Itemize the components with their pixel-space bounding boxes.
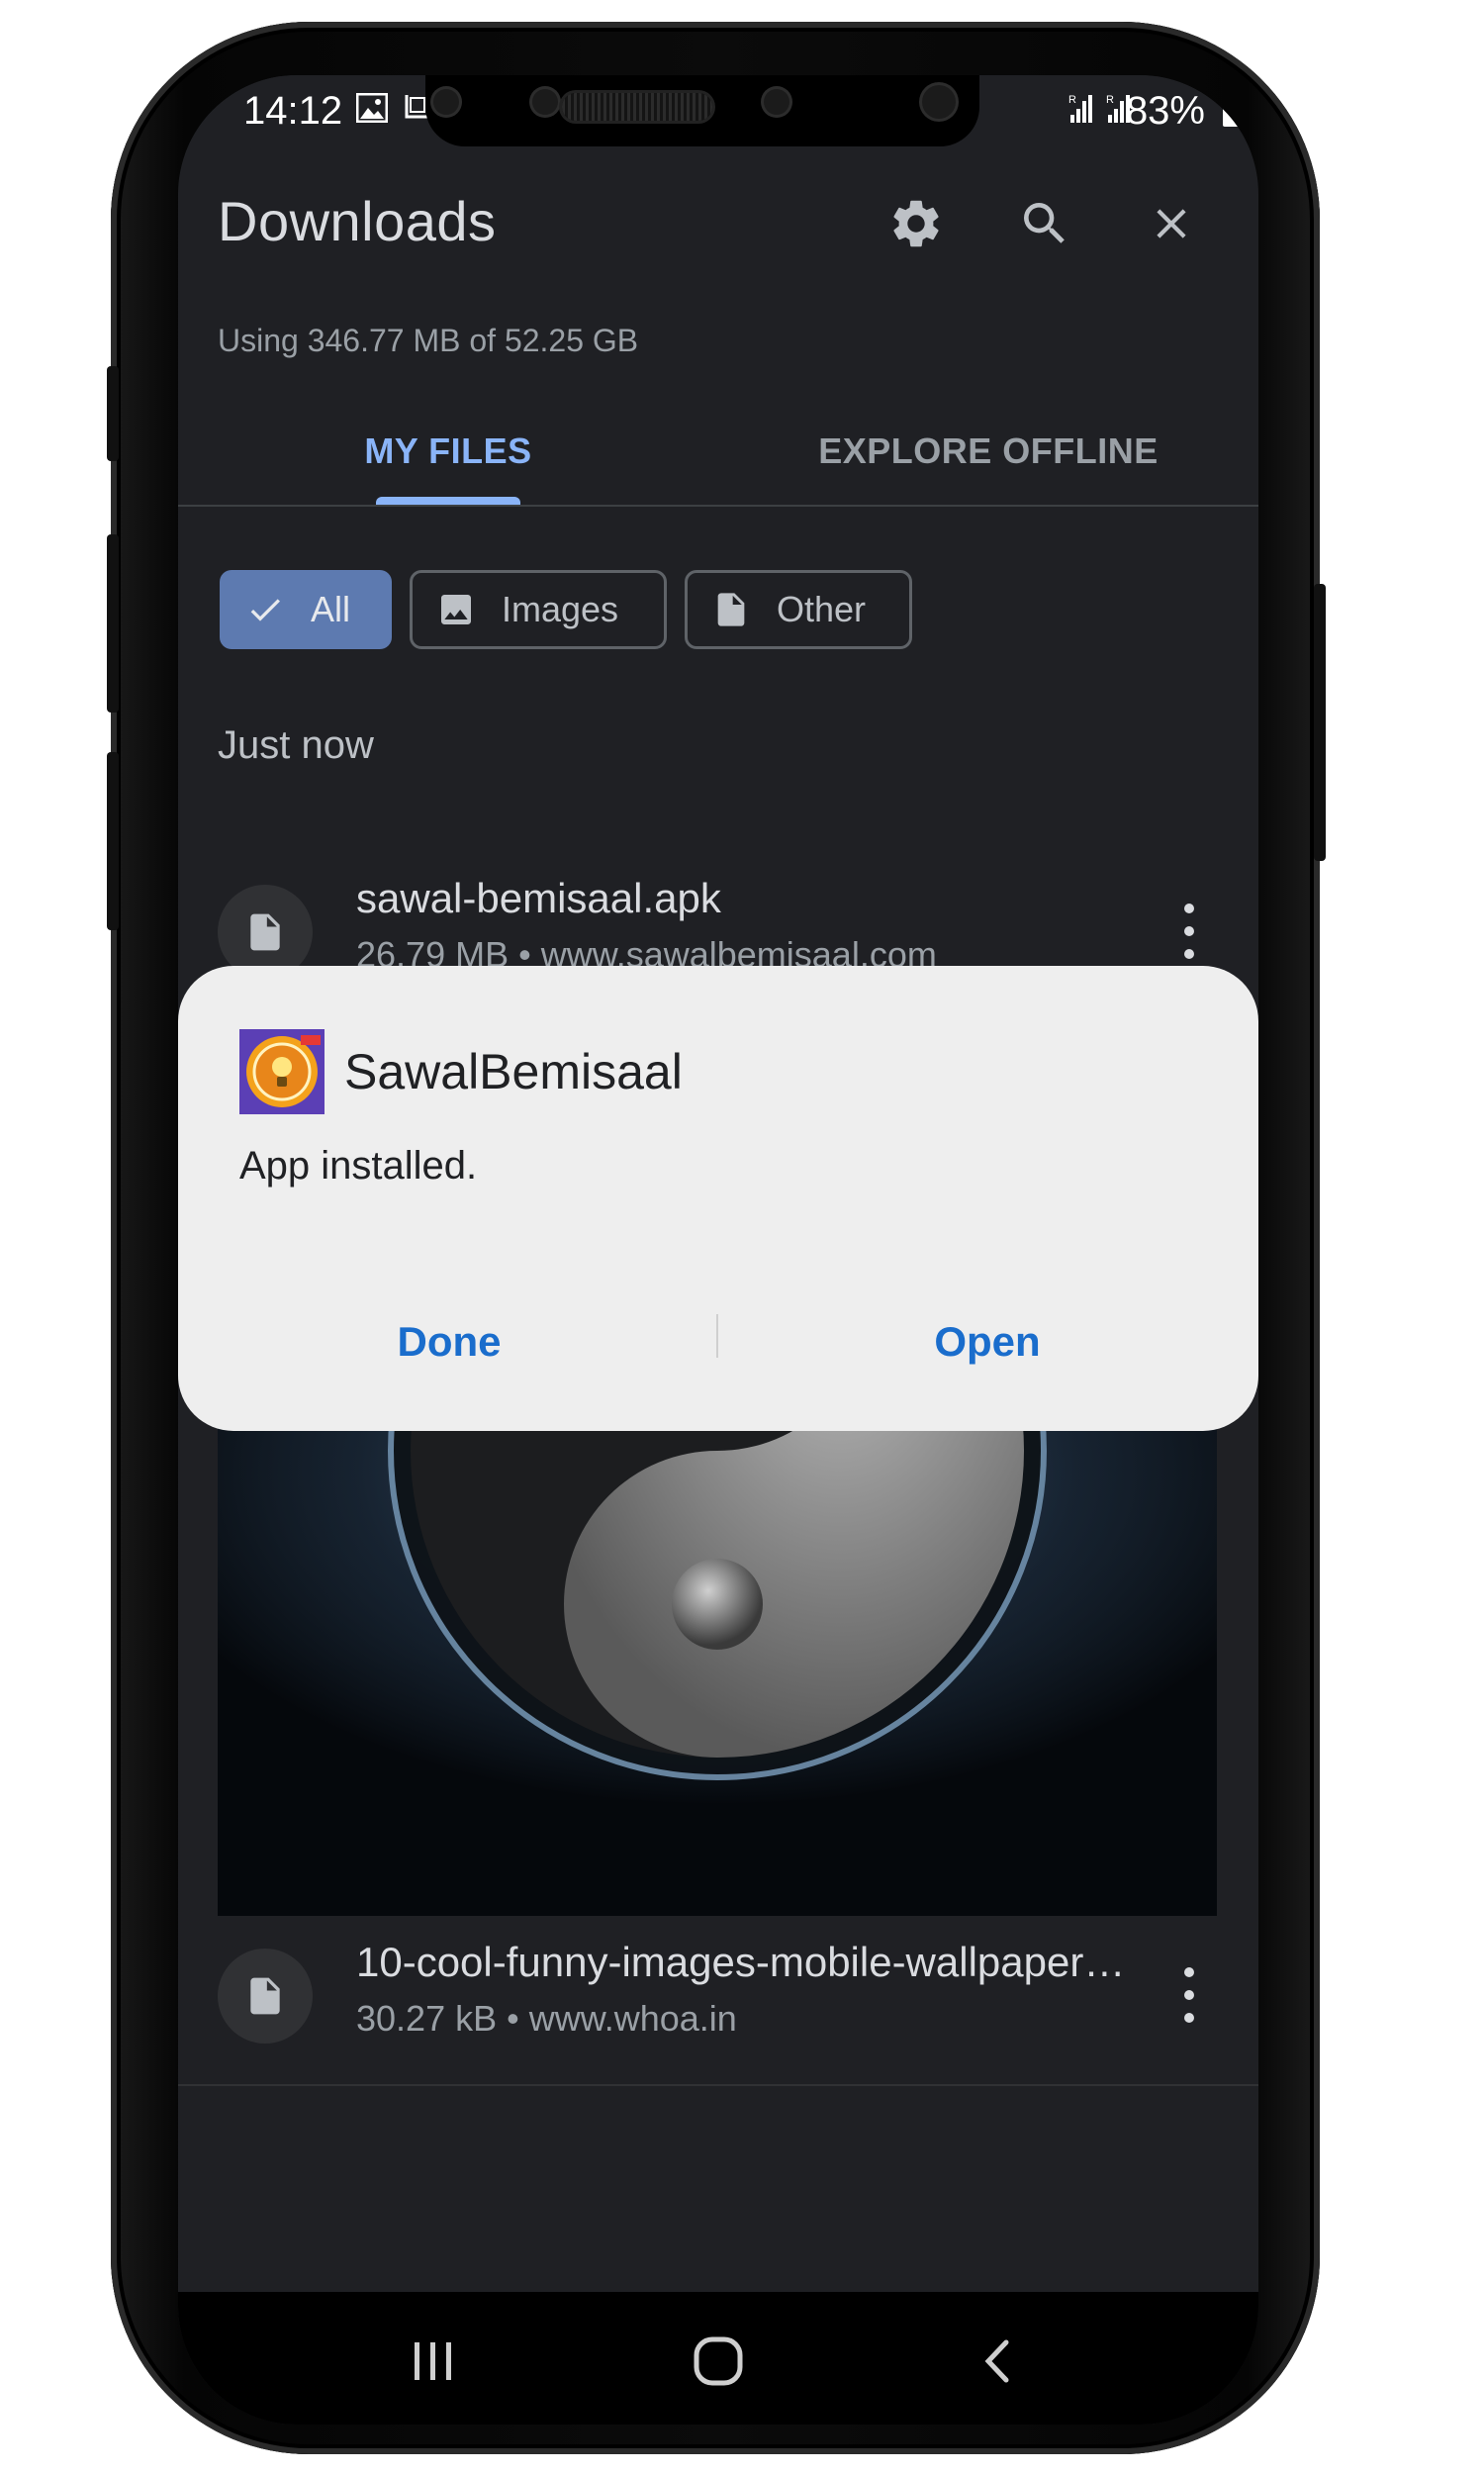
- back-icon[interactable]: [960, 2322, 1039, 2401]
- screen: 14:12 R R 83% Downloads Using 346.77 MB …: [178, 75, 1258, 2425]
- tab-indicator: [376, 497, 520, 505]
- file-name: 10-cool-funny-images-mobile-wallpaper…: [356, 1939, 1126, 1985]
- file-icon: [711, 590, 751, 629]
- page-title: Downloads: [218, 190, 497, 252]
- list-item[interactable]: 10-cool-funny-images-mobile-wallpaper… 3…: [178, 1921, 1258, 2069]
- app-logo-icon: [239, 1029, 325, 1114]
- navigation-bar: [178, 2292, 1258, 2425]
- svg-text:R: R: [1106, 94, 1114, 106]
- search-icon[interactable]: [1013, 192, 1076, 255]
- tab-explore-offline[interactable]: EXPLORE OFFLINE: [718, 402, 1258, 501]
- power-button: [1314, 584, 1326, 861]
- button-separator: [716, 1314, 718, 1358]
- recent-apps-icon[interactable]: [394, 2322, 473, 2401]
- filter-chip-label: Images: [502, 589, 619, 629]
- open-button[interactable]: Open: [720, 1292, 1254, 1391]
- dialog-app-name: SawalBemisaal: [344, 1044, 683, 1099]
- check-icon: [245, 590, 285, 629]
- iris-camera: [922, 85, 956, 119]
- gear-icon[interactable]: [884, 192, 948, 255]
- home-icon[interactable]: [679, 2322, 758, 2401]
- gallery-notification-icon: [355, 92, 389, 128]
- battery-percentage: 83%: [1125, 89, 1205, 133]
- more-options-icon[interactable]: [1169, 1960, 1209, 2030]
- filter-chip-all[interactable]: All: [220, 570, 392, 649]
- camera-notch: [425, 75, 979, 146]
- file-icon: [218, 1949, 313, 2044]
- storage-usage: Using 346.77 MB of 52.25 GB: [218, 323, 639, 358]
- bixby-button: [107, 366, 119, 461]
- tab-my-files[interactable]: MY FILES: [178, 402, 718, 501]
- tab-bar: MY FILES EXPLORE OFFLINE: [178, 402, 1258, 507]
- file-meta: 30.27 kB • www.whoa.in: [356, 1998, 737, 2039]
- image-icon: [436, 590, 476, 629]
- svg-text:R: R: [1068, 94, 1076, 106]
- dialog-message: App installed.: [239, 1144, 478, 1188]
- iris-sensor: [532, 89, 558, 115]
- yin-yang-image: [218, 1362, 1217, 1916]
- status-time: 14:12: [243, 89, 343, 133]
- filter-chip-other[interactable]: Other: [685, 570, 912, 649]
- filter-chip-label: Other: [777, 589, 867, 629]
- app-installed-dialog: SawalBemisaal App installed. Done Open: [178, 966, 1258, 1431]
- status-bar: 14:12 R R 83%: [178, 75, 1258, 154]
- front-camera: [764, 89, 789, 115]
- volume-down-button: [107, 752, 119, 930]
- file-name: sawal-bemisaal.apk: [356, 875, 721, 921]
- battery-icon: [1223, 92, 1241, 127]
- volume-up-button: [107, 534, 119, 713]
- close-icon[interactable]: [1140, 192, 1203, 255]
- done-button[interactable]: Done: [182, 1292, 716, 1391]
- more-options-icon[interactable]: [1169, 897, 1209, 966]
- filter-chip-label: All: [311, 589, 351, 629]
- image-preview[interactable]: [218, 1362, 1217, 1916]
- filter-chip-images[interactable]: Images: [410, 570, 667, 649]
- proximity-sensor: [433, 89, 459, 115]
- section-header: Just now: [218, 723, 374, 767]
- divider: [178, 2084, 1258, 2086]
- earpiece-speaker: [562, 93, 712, 121]
